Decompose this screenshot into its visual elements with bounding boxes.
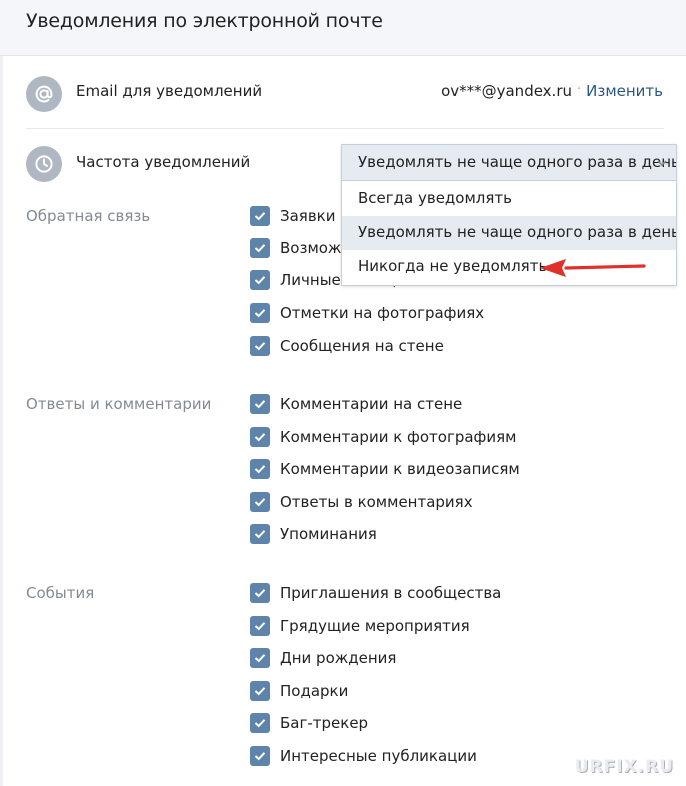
checkbox-row[interactable]: Грядущие мероприятия <box>250 615 470 637</box>
checkbox-row[interactable]: Комментарии к видеозаписям <box>250 458 520 480</box>
checkbox-row[interactable]: Комментарии на стене <box>250 393 462 415</box>
checkbox-label: Комментарии на стене <box>280 395 463 413</box>
check-icon <box>254 622 266 631</box>
checkbox-label: Ответы в комментариях <box>280 493 473 511</box>
dropdown-selected-text: Уведомлять не чаще одного раза в день <box>358 153 676 171</box>
checkbox-label: Сообщения на стене <box>280 337 444 355</box>
check-icon <box>254 276 266 285</box>
checkbox-checked[interactable] <box>250 616 270 636</box>
dropdown-option-text: Всегда уведомлять <box>358 189 512 207</box>
checkbox-row[interactable]: Баг-трекер <box>250 712 368 734</box>
checkbox-row[interactable]: Ответы в комментариях <box>250 491 473 513</box>
checkbox-checked[interactable] <box>250 303 270 323</box>
at-icon-glyph <box>35 85 53 103</box>
annotation-arrow-icon <box>540 259 646 277</box>
check-icon <box>254 719 266 728</box>
checkbox-label: Комментарии к видеозаписям <box>280 460 520 478</box>
dropdown-option-text: Уведомлять не чаще одного раза в день <box>358 223 676 241</box>
chevron-down-icon <box>657 160 667 167</box>
clock-icon <box>26 146 62 182</box>
checkbox-checked[interactable] <box>250 459 270 479</box>
checkbox-label: Дни рождения <box>280 649 397 667</box>
check-icon <box>254 752 266 761</box>
check-icon <box>254 498 266 507</box>
check-icon <box>254 465 266 474</box>
check-icon <box>254 654 266 663</box>
check-icon <box>254 212 266 221</box>
page-title: Уведомления по электронной почте <box>26 10 383 32</box>
check-icon <box>254 309 266 318</box>
divider <box>26 128 664 129</box>
checkbox-checked[interactable] <box>250 206 270 226</box>
checkbox-label: Комментарии к фотографиям <box>280 428 517 446</box>
check-icon <box>254 244 266 253</box>
check-icon <box>254 342 266 351</box>
separator-dot: · <box>577 82 582 97</box>
checkbox-label: Приглашения в сообщества <box>280 584 502 602</box>
checkbox-label: Интересные публикации <box>280 747 477 765</box>
checkbox-checked[interactable] <box>250 524 270 544</box>
checkbox-label: Отметки на фотографиях <box>280 304 485 322</box>
dropdown-selected-value[interactable]: Уведомлять не чаще одного раза в день <box>342 145 676 181</box>
checkbox-row[interactable]: Отметки на фотографиях <box>250 302 484 324</box>
change-email-link[interactable]: Изменить <box>586 82 663 100</box>
checkbox-checked[interactable] <box>250 336 270 356</box>
checkbox-row[interactable]: Интересные публикации <box>250 745 477 767</box>
section-label-feedback: Обратная связь <box>26 207 151 225</box>
checkbox-label: Подарки <box>280 682 349 700</box>
check-icon <box>254 400 266 409</box>
panel-edge <box>0 56 3 786</box>
checkbox-label: Упоминания <box>280 525 377 543</box>
checkbox-row[interactable]: Подарки <box>250 680 348 702</box>
at-icon <box>26 76 62 112</box>
dropdown-option-always[interactable]: Всегда уведомлять <box>342 182 676 216</box>
dropdown-option-text: Никогда не уведомлять <box>358 257 548 275</box>
checkbox-checked[interactable] <box>250 681 270 701</box>
checkbox-checked[interactable] <box>250 583 270 603</box>
checkbox-label: Баг-трекер <box>280 714 369 732</box>
checkbox-checked[interactable] <box>250 238 270 258</box>
frequency-label: Частота уведомлений <box>76 153 251 171</box>
email-value: ov***@yandex.ru <box>441 82 572 100</box>
checkbox-checked[interactable] <box>250 492 270 512</box>
clock-icon-glyph <box>35 155 53 173</box>
checkbox-checked[interactable] <box>250 394 270 414</box>
page-header: Уведомления по электронной почте <box>0 0 686 56</box>
checkbox-row[interactable]: Дни рождения <box>250 647 396 669</box>
checkbox-checked[interactable] <box>250 713 270 733</box>
checkbox-checked[interactable] <box>250 427 270 447</box>
check-icon <box>254 433 266 442</box>
checkbox-row[interactable]: Сообщения на стене <box>250 335 444 357</box>
checkbox-label: Грядущие мероприятия <box>280 617 470 635</box>
check-icon <box>254 530 266 539</box>
dropdown-option-daily[interactable]: Уведомлять не чаще одного раза в день <box>342 216 676 250</box>
watermark: URFIX.RU <box>574 757 674 777</box>
section-label-events: События <box>26 584 95 602</box>
checkbox-row[interactable]: Комментарии к фотографиям <box>250 426 516 448</box>
email-label: Email для уведомлений <box>76 82 263 100</box>
checkbox-row[interactable]: Приглашения в сообщества <box>250 582 501 604</box>
check-icon <box>254 589 266 598</box>
checkbox-checked[interactable] <box>250 746 270 766</box>
checkbox-checked[interactable] <box>250 648 270 668</box>
check-icon <box>254 687 266 696</box>
checkbox-row[interactable]: Упоминания <box>250 523 377 545</box>
checkbox-checked[interactable] <box>250 270 270 290</box>
section-label-replies: Ответы и комментарии <box>26 395 212 413</box>
